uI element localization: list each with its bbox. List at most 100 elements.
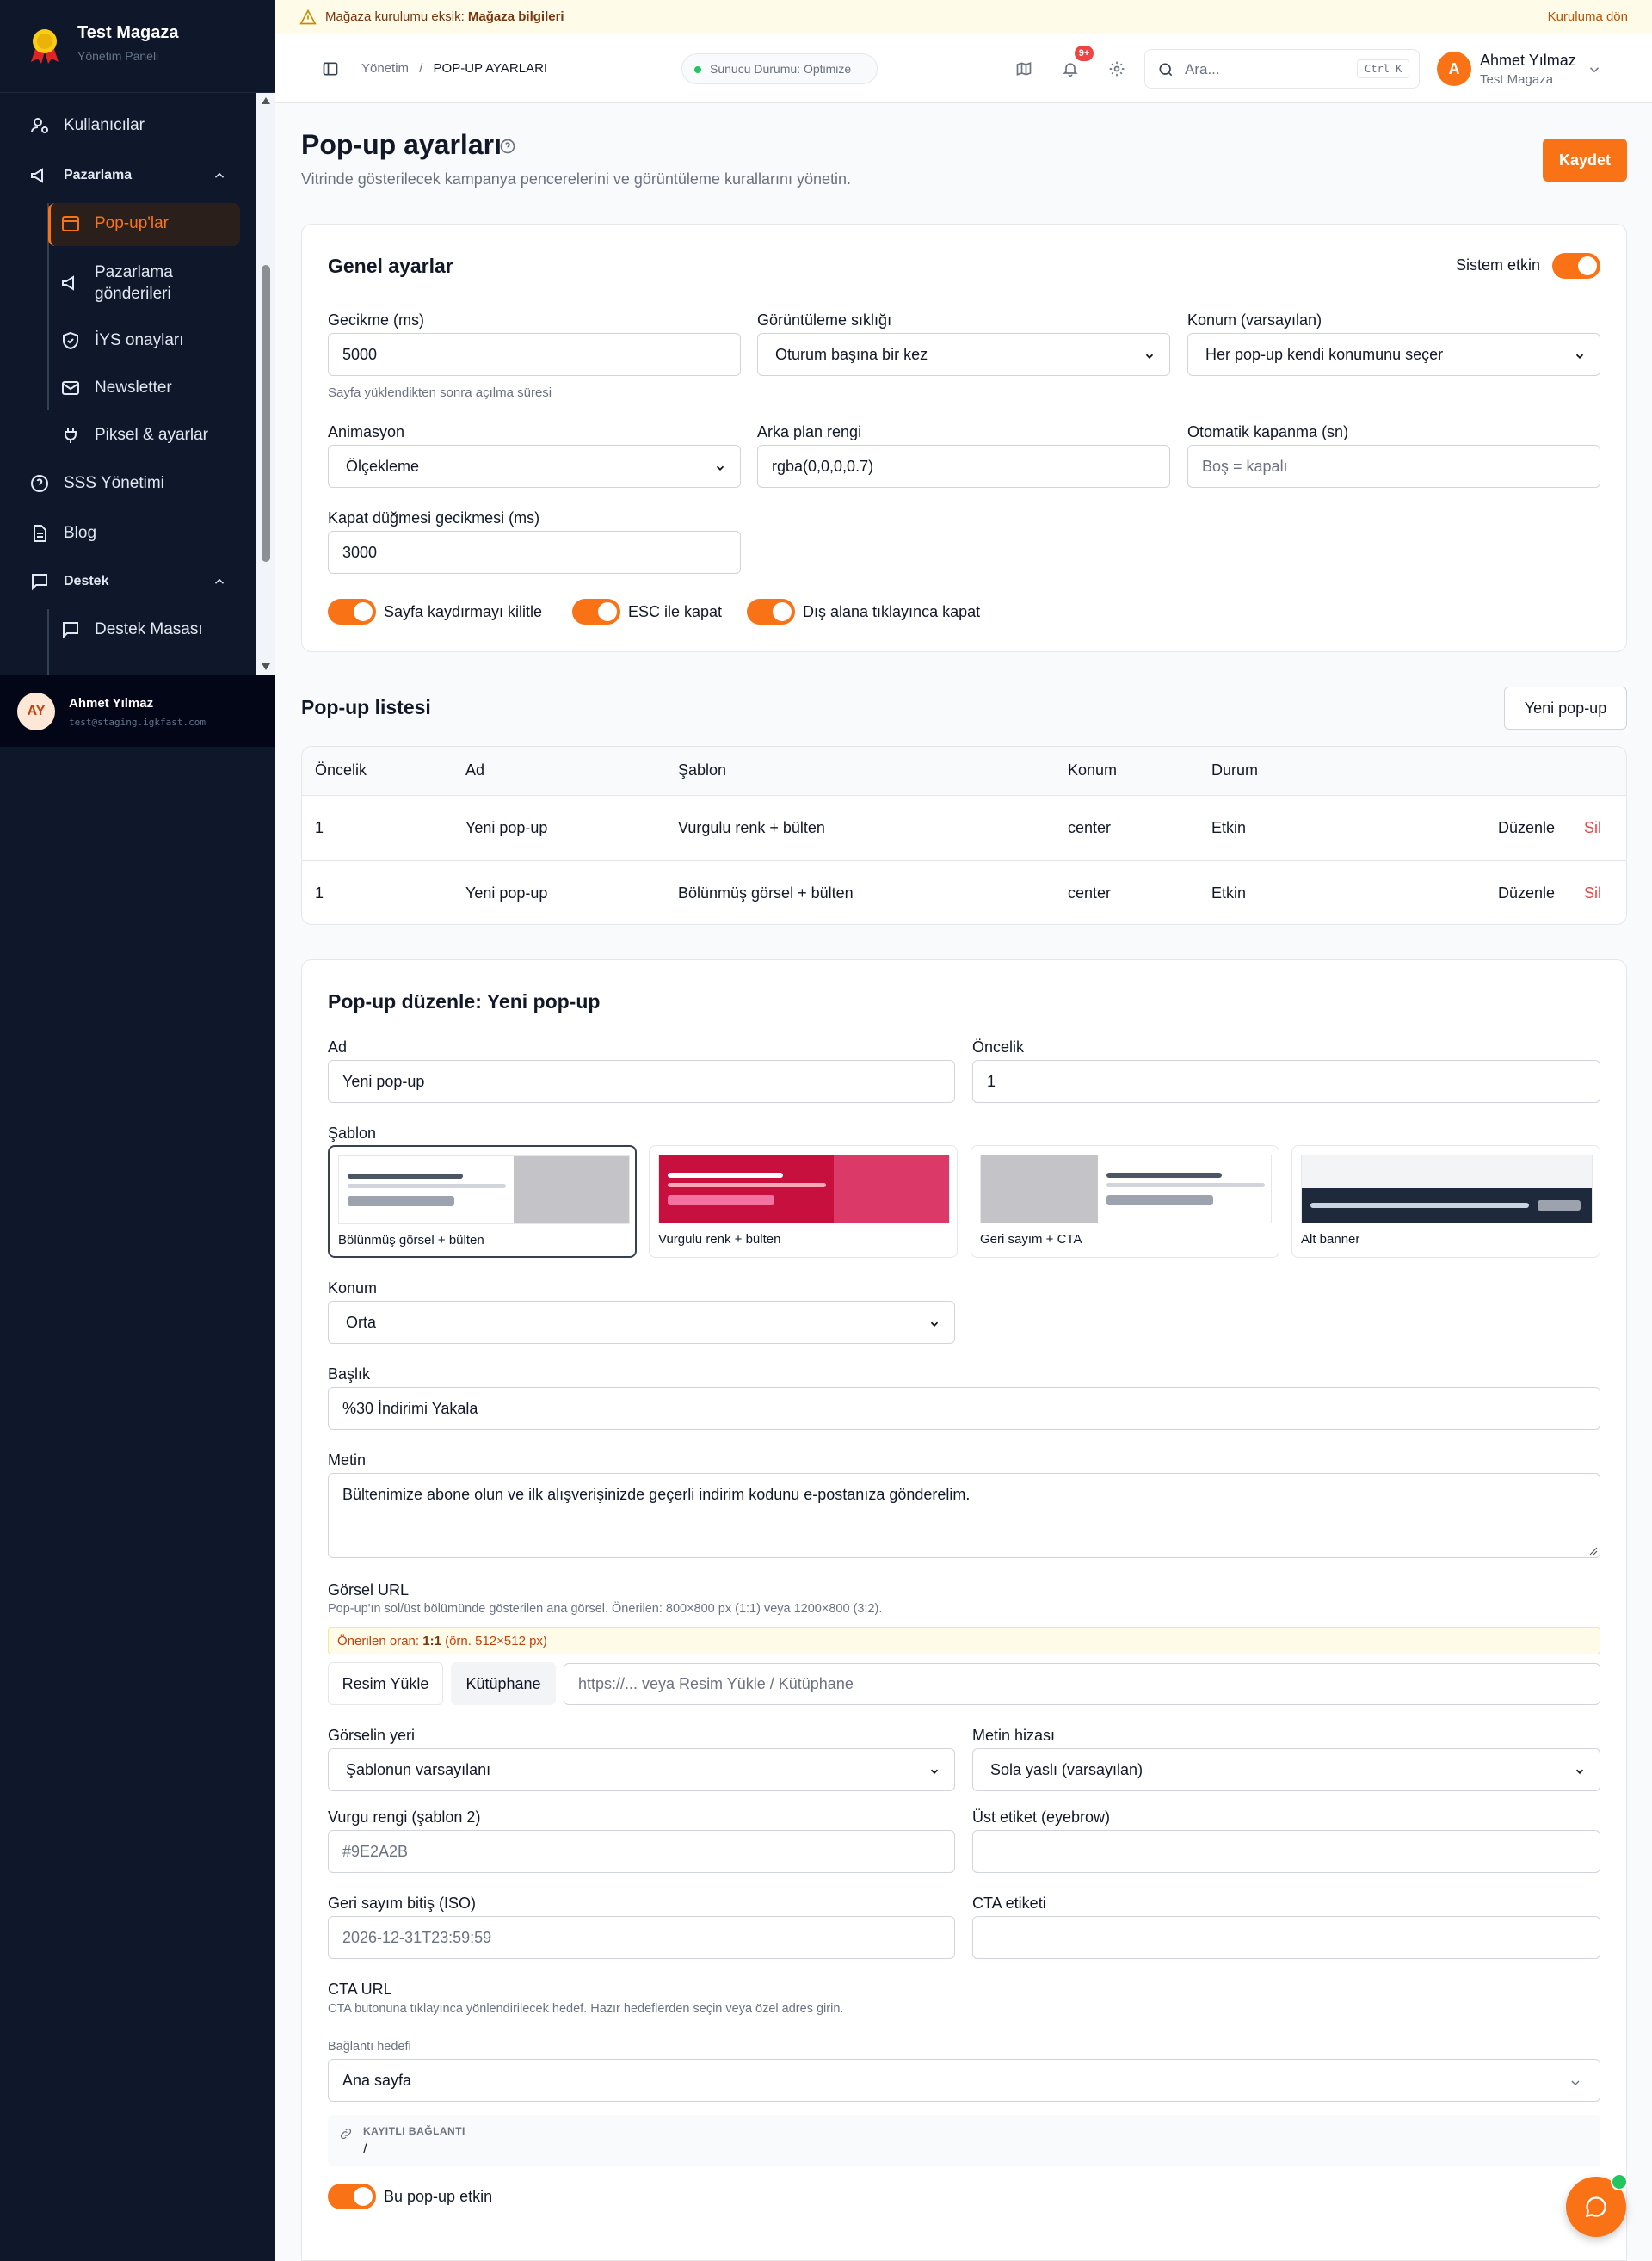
esc-close-toggle[interactable]	[572, 599, 620, 625]
sidebar-nav: Kullanıcılar Pazarlama Pop-up'lar Pazarl…	[0, 93, 256, 675]
accent-color-input[interactable]: #9E2A2B	[328, 1830, 955, 1873]
close-delay-input[interactable]: 3000	[328, 531, 741, 574]
sidebar-item-helpdesk[interactable]: Destek Masası	[60, 619, 203, 640]
row-1-edit-button[interactable]: Düzenle	[1498, 819, 1555, 837]
sidebar-item-faq[interactable]: SSS Yönetimi	[29, 473, 164, 494]
saved-link-label: KAYITLI BAĞLANTI	[363, 2125, 465, 2137]
gear-icon[interactable]	[1108, 60, 1125, 77]
template-preview	[338, 1155, 630, 1224]
row-2-delete-button[interactable]: Sil	[1584, 884, 1601, 903]
scrollbar-thumb[interactable]	[262, 265, 270, 562]
animation-select[interactable]: Ölçekleme	[328, 445, 741, 488]
help-circle-icon	[31, 475, 48, 492]
close-delay-label: Kapat düğmesi gecikmesi (ms)	[328, 509, 540, 527]
sidebar-item-newsletter[interactable]: Newsletter	[60, 378, 172, 398]
row-1-delete-button[interactable]: Sil	[1584, 819, 1601, 837]
frequency-select[interactable]: Oturum başına bir kez	[757, 333, 1170, 376]
link-target-label: Bağlantı hedefi	[328, 2040, 411, 2054]
saved-link-value: /	[363, 2142, 367, 2157]
auto-close-input[interactable]: Boş = kapalı	[1187, 445, 1600, 488]
system-enabled-label: Sistem etkin	[1456, 256, 1541, 274]
sidebar-item-popups[interactable]: Pop-up'lar	[60, 213, 169, 234]
popup-enabled-toggle[interactable]	[328, 2184, 376, 2209]
outside-click-toggle[interactable]	[747, 599, 795, 625]
sidebar-item-pixel[interactable]: Piksel & ayarlar	[60, 425, 208, 446]
sidebar-item-label: SSS Yönetimi	[64, 474, 164, 492]
cta-url-label: CTA URL	[328, 1981, 392, 1998]
priority-input[interactable]: 1	[972, 1060, 1600, 1103]
row-2-template: Bölünmüş görsel + bülten	[678, 884, 854, 902]
cta-label-input[interactable]	[972, 1916, 1600, 1959]
topbar-user-store: Test Magaza	[1480, 72, 1554, 87]
user-avatar[interactable]: A	[1437, 52, 1471, 86]
link-target-select[interactable]: Ana sayfa	[328, 2059, 1600, 2102]
resize-handle-icon[interactable]	[1587, 1545, 1598, 1556]
eyebrow-input[interactable]	[972, 1830, 1600, 1873]
back-to-setup-link[interactable]: Kuruluma dön	[1548, 9, 1628, 24]
sidebar-user[interactable]: AY Ahmet Yılmaz test@staging.igkfast.com	[0, 675, 275, 747]
search-input[interactable]: Ara...	[1185, 61, 1220, 78]
topbar-user-name[interactable]: Ahmet Yılmaz	[1480, 52, 1576, 70]
sidebar-item-label: Piksel & ayarlar	[95, 426, 208, 444]
sidebar-item-users[interactable]: Kullanıcılar	[29, 115, 145, 136]
map-icon[interactable]	[1015, 60, 1032, 77]
heading-input[interactable]: %30 İndirimi Yakala	[328, 1387, 1600, 1430]
sidebar-group-support[interactable]: Destek	[29, 571, 227, 592]
lock-scroll-toggle[interactable]	[328, 599, 376, 625]
user-name: Ahmet Yılmaz	[69, 696, 154, 711]
library-button[interactable]: Kütüphane	[451, 1662, 556, 1705]
bell-icon[interactable]	[1062, 60, 1079, 77]
template-accent-color[interactable]: Vurgulu renk + bülten	[649, 1145, 958, 1258]
save-button[interactable]: Kaydet	[1543, 139, 1627, 182]
scroll-down-icon[interactable]	[261, 662, 271, 671]
accent-color-label: Vurgu rengi (şablon 2)	[328, 1808, 481, 1826]
text-align-select[interactable]: Sola yaslı (varsayılan)	[972, 1748, 1600, 1791]
priority-label: Öncelik	[972, 1038, 1025, 1056]
setup-banner: Mağaza kurulumu eksik: Mağaza bilgileri …	[275, 0, 1652, 34]
new-popup-button[interactable]: Yeni pop-up	[1504, 687, 1627, 730]
help-circle-icon[interactable]	[499, 138, 516, 155]
sidebar-scrollbar[interactable]	[256, 93, 275, 675]
chat-icon	[1586, 2196, 1606, 2217]
search-box[interactable]: Ara... Ctrl K	[1144, 49, 1420, 89]
sidebar-item-iys[interactable]: İYS onayları	[60, 330, 184, 351]
submenu-line	[47, 609, 49, 675]
countdown-input[interactable]: 2026-12-31T23:59:59	[328, 1916, 955, 1959]
position-select[interactable]: Orta	[328, 1301, 955, 1344]
text-label: Metin	[328, 1451, 367, 1469]
chevron-down-icon[interactable]	[1587, 62, 1602, 77]
delay-hint: Sayfa yüklendikten sonra açılma süresi	[328, 385, 552, 400]
bg-color-label: Arka plan rengi	[757, 423, 862, 440]
window-icon	[62, 216, 79, 231]
template-bottom-banner[interactable]: Alt banner	[1291, 1145, 1600, 1258]
upload-image-button[interactable]: Resim Yükle	[328, 1662, 443, 1705]
image-position-select[interactable]: Şablonun varsayılanı	[328, 1748, 955, 1791]
warning-icon	[299, 9, 317, 25]
search-icon	[1159, 63, 1173, 77]
sidebar-toggle-icon[interactable]	[322, 60, 339, 77]
system-enabled-toggle[interactable]	[1552, 253, 1600, 279]
col-name: Ad	[465, 761, 485, 779]
template-split-image[interactable]: Bölünmüş görsel + bülten	[328, 1145, 637, 1258]
sidebar-group-marketing[interactable]: Pazarlama	[29, 165, 227, 186]
template-countdown-cta[interactable]: Geri sayım + CTA	[971, 1145, 1279, 1258]
default-position-label: Konum (varsayılan)	[1187, 311, 1322, 329]
ratio-notice: Önerilen oran: 1:1 (örn. 512×512 px)	[328, 1627, 1600, 1654]
bg-color-input[interactable]: rgba(0,0,0,0.7)	[757, 445, 1170, 488]
image-url-input[interactable]: https://... veya Resim Yükle / Kütüphane	[564, 1663, 1600, 1705]
sidebar-item-label: Blog	[64, 524, 97, 542]
sidebar-item-blog[interactable]: Blog	[29, 523, 96, 544]
medal-logo-icon	[31, 29, 59, 64]
shield-icon	[63, 331, 78, 350]
scroll-up-icon[interactable]	[261, 96, 271, 105]
breadcrumb-root[interactable]: Yönetim	[361, 61, 409, 76]
row-2-edit-button[interactable]: Düzenle	[1498, 884, 1555, 903]
name-input[interactable]: Yeni pop-up	[328, 1060, 955, 1103]
default-position-select[interactable]: Her pop-up kendi konumunu seçer	[1187, 333, 1600, 376]
delay-input[interactable]: 5000	[328, 333, 741, 376]
row-1-position: center	[1068, 819, 1112, 836]
sidebar-item-marketing-sends[interactable]: Pazarlama gönderileri	[60, 262, 224, 305]
text-textarea[interactable]: Bültenimize abone olun ve ilk alışverişi…	[328, 1473, 1600, 1558]
link-icon	[340, 2128, 352, 2140]
sidebar-item-label: Newsletter	[95, 379, 172, 397]
